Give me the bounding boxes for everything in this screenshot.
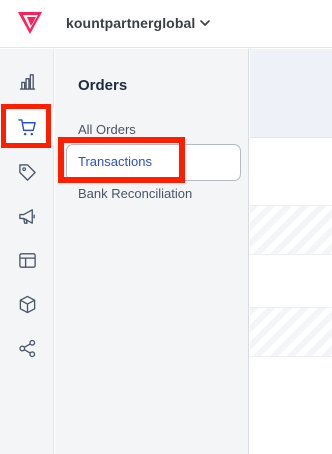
- rail-item-analytics[interactable]: [0, 63, 54, 99]
- chevron-down-icon: [200, 20, 211, 26]
- subnav-title: Orders: [78, 77, 128, 94]
- tag-icon: [18, 163, 36, 181]
- top-bar: kountpartnerglobal: [0, 0, 332, 48]
- orders-subnav: Orders All Orders Transactions Bank Reco…: [55, 49, 249, 454]
- brand-logo-icon[interactable]: [18, 12, 42, 34]
- rail-item-promotions[interactable]: [0, 154, 54, 190]
- subnav-item-transactions[interactable]: Transactions: [78, 154, 152, 169]
- store-name: kountpartnerglobal: [66, 15, 196, 31]
- icon-rail: [0, 49, 54, 454]
- main-content: [250, 49, 332, 454]
- rail-item-channels[interactable]: [0, 330, 54, 366]
- subnav-item-all-orders[interactable]: All Orders: [78, 122, 136, 137]
- loading-placeholder: [250, 307, 332, 357]
- rail-item-content[interactable]: [0, 242, 54, 278]
- loading-placeholder: [250, 205, 332, 255]
- page-header-placeholder: [250, 49, 332, 138]
- rail-item-marketing[interactable]: [0, 198, 54, 234]
- cube-icon: [19, 295, 35, 313]
- bar-chart-icon: [19, 73, 35, 90]
- rail-item-orders[interactable]: [0, 109, 54, 145]
- subnav-item-bank-reconciliation[interactable]: Bank Reconciliation: [78, 186, 192, 201]
- store-switcher[interactable]: kountpartnerglobal: [66, 13, 211, 33]
- megaphone-icon: [18, 208, 35, 224]
- cart-icon: [17, 118, 36, 135]
- rail-item-products[interactable]: [0, 286, 54, 322]
- share-icon: [18, 339, 35, 357]
- layout-icon: [18, 252, 36, 268]
